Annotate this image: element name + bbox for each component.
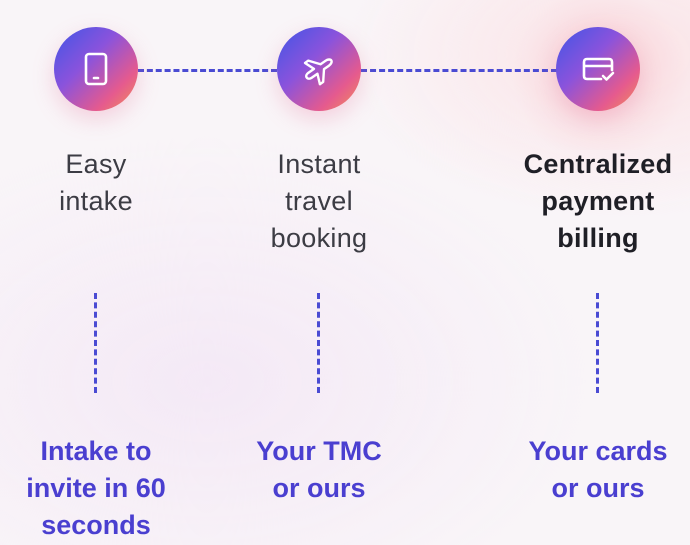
step-1-title: Easy intake [6, 146, 186, 220]
step-2-title: Instant travel booking [229, 146, 409, 257]
step-3-detail: Your cards or ours [503, 433, 690, 507]
step-2-title-line-2: travel [285, 186, 353, 216]
step-2-title-line-1: Instant [277, 149, 361, 179]
connector-step-1-down [94, 293, 97, 393]
step-1-detail-line-3: seconds [41, 510, 151, 540]
step-2-detail-line-1: Your TMC [256, 436, 382, 466]
step-1-detail-line-2: invite in 60 [26, 473, 166, 503]
step-1-node [54, 27, 138, 111]
credit-card-check-icon [577, 48, 619, 90]
connector-step-3-down [596, 293, 599, 393]
step-1-title-line-2: intake [59, 186, 133, 216]
airplane-icon [298, 48, 340, 90]
connector-2-3 [361, 69, 557, 72]
connector-step-2-down [317, 293, 320, 393]
step-2-node [277, 27, 361, 111]
step-1-detail: Intake to invite in 60 seconds [1, 433, 191, 544]
step-3-title-line-2: payment [541, 186, 655, 216]
step-2-title-line-3: booking [270, 223, 368, 253]
step-2-detail-line-2: or ours [272, 473, 366, 503]
step-3-detail-line-2: or ours [551, 473, 645, 503]
step-1-title-line-1: Easy [65, 149, 127, 179]
step-3-title-line-3: billing [557, 223, 639, 253]
process-diagram: Easy intake Intake to invite in 60 secon… [0, 0, 690, 545]
step-3-title-line-1: Centralized [523, 149, 673, 179]
step-3-node [556, 27, 640, 111]
connector-1-2 [138, 69, 277, 72]
step-1-detail-line-1: Intake to [40, 436, 152, 466]
step-3-title: Centralized payment billing [508, 146, 688, 257]
phone-icon [76, 49, 116, 89]
step-2-detail: Your TMC or ours [224, 433, 414, 507]
step-3-detail-line-1: Your cards [528, 436, 668, 466]
